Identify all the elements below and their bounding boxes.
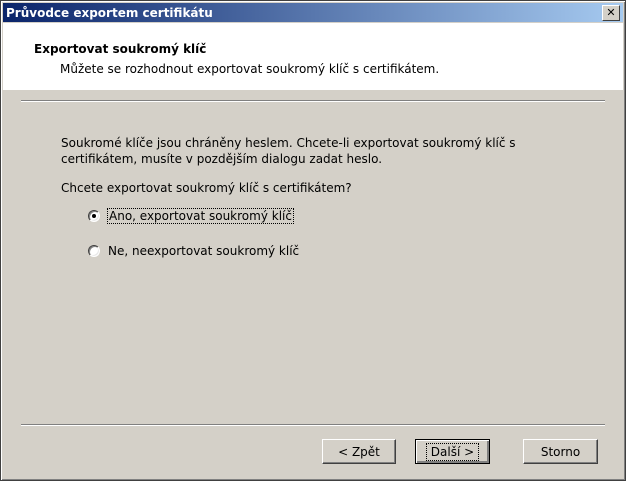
title-bar[interactable]: Průvodce exportem certifikátu ✕: [3, 3, 623, 22]
cancel-button[interactable]: Storno: [523, 439, 598, 464]
window-title: Průvodce exportem certifikátu: [6, 5, 213, 20]
page-title: Exportovat soukromý klíč: [34, 42, 207, 56]
header-panel: Exportovat soukromý klíč Můžete se rozho…: [3, 23, 623, 90]
radio-label-yes[interactable]: Ano, exportovat soukromý klíč: [107, 208, 294, 224]
back-button[interactable]: < Zpět: [322, 439, 396, 464]
radio-label-no[interactable]: Ne, neexportovat soukromý klíč: [108, 244, 299, 258]
wizard-window: Průvodce exportem certifikátu ✕ Exportov…: [0, 0, 626, 481]
radio-export-no[interactable]: Ne, neexportovat soukromý klíč: [88, 244, 299, 258]
footer-divider: [21, 424, 605, 426]
radio-export-yes[interactable]: Ano, exportovat soukromý klíč: [88, 208, 294, 224]
description-text: Soukromé klíče jsou chráněny heslem. Chc…: [61, 136, 516, 166]
close-icon: ✕: [606, 6, 616, 19]
question-text: Chcete exportovat soukromý klíč s certif…: [61, 181, 352, 195]
cancel-button-label: Storno: [540, 444, 581, 459]
next-button-label: Další >: [425, 442, 480, 461]
close-button[interactable]: ✕: [602, 4, 620, 21]
radio-button[interactable]: [88, 245, 100, 257]
radio-button-selected[interactable]: [88, 210, 100, 222]
header-divider: [21, 100, 605, 102]
page-subtitle: Můžete se rozhodnout exportovat soukromý…: [60, 62, 440, 76]
next-button[interactable]: Další >: [415, 439, 490, 464]
back-button-label: < Zpět: [338, 444, 380, 459]
